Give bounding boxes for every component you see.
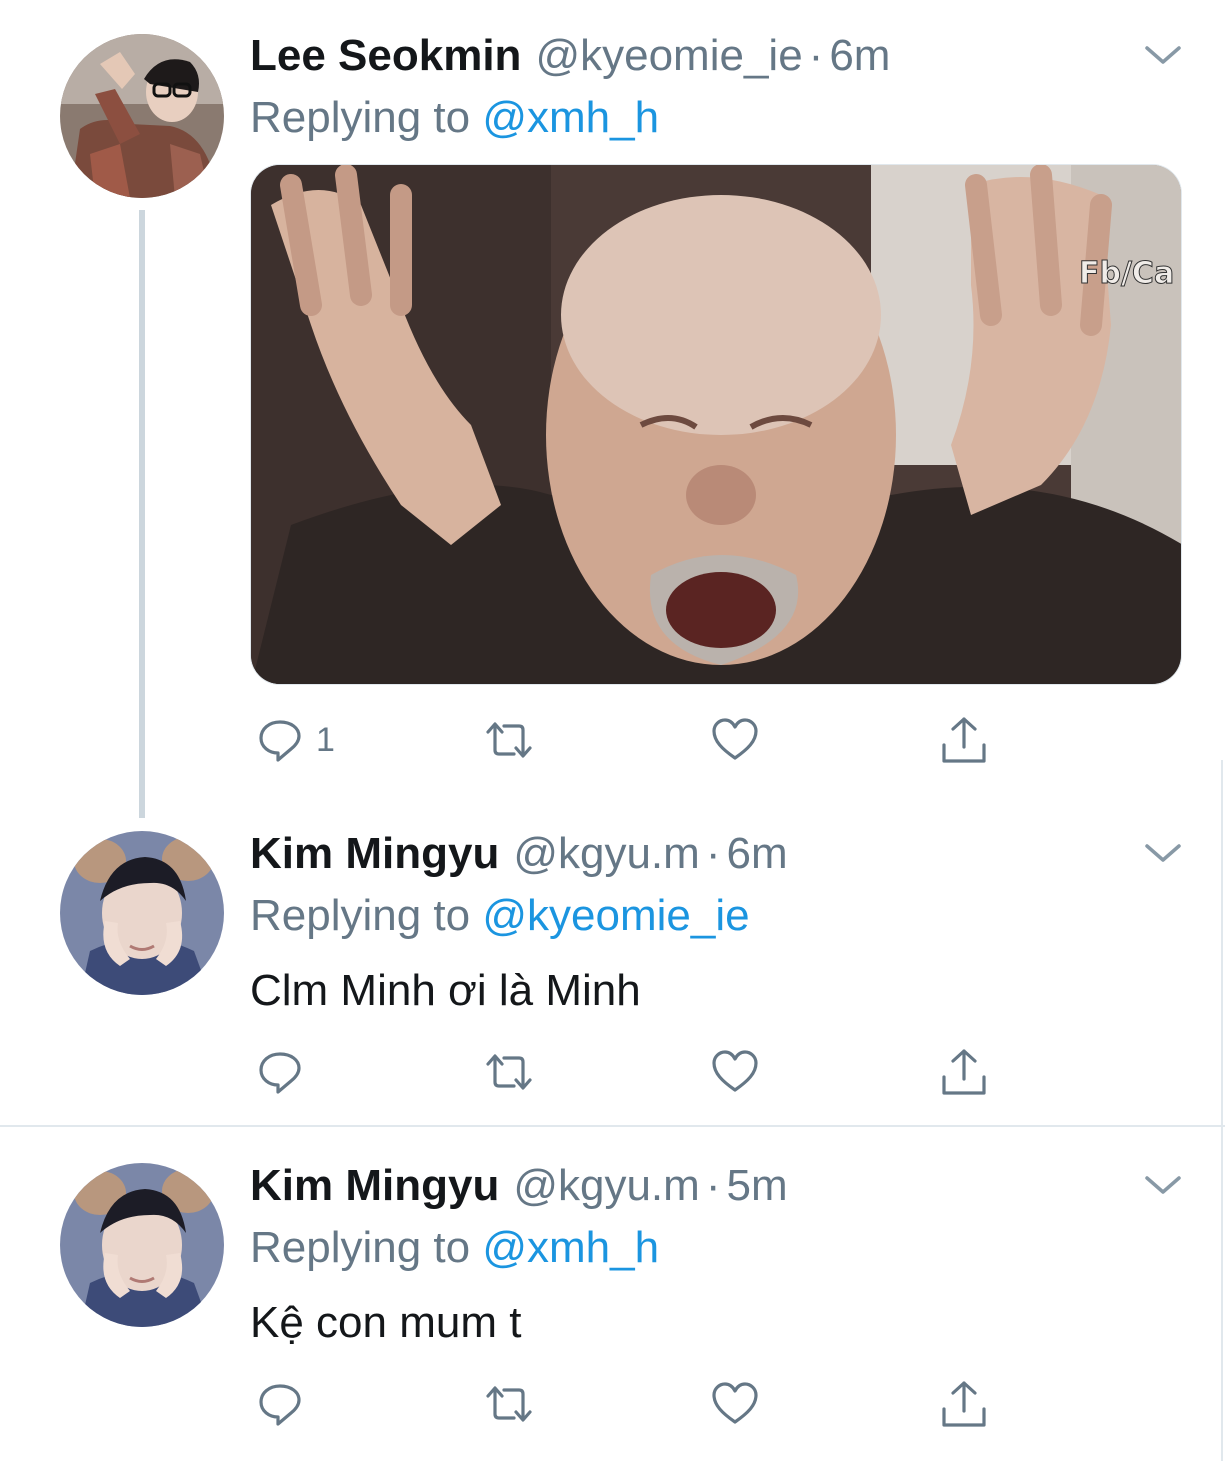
mention-link[interactable]: @kyeomie_ie	[482, 891, 749, 940]
share-icon	[940, 715, 988, 765]
reply-button[interactable]	[256, 1047, 304, 1097]
reply-icon	[256, 716, 304, 764]
avatar[interactable]	[60, 831, 224, 995]
share-icon	[940, 1379, 988, 1429]
tweet[interactable]: Lee Seokmin @kyeomie_ie · 6m Replying to…	[0, 0, 1225, 818]
replying-to: Replying to @kyeomie_ie	[250, 886, 750, 946]
reply-button[interactable]	[256, 1379, 304, 1429]
replying-prefix: Replying to	[250, 1223, 483, 1272]
tweet[interactable]: Kim Mingyu @kgyu.m · 5m Replying to @xmh…	[0, 1132, 1225, 1461]
chevron-down-icon[interactable]	[1143, 1170, 1183, 1200]
chevron-down-icon[interactable]	[1143, 40, 1183, 70]
retweet-button[interactable]	[482, 1379, 536, 1429]
like-button[interactable]	[710, 1047, 760, 1097]
tweet-actions: 1	[250, 715, 1010, 765]
chevron-down-icon[interactable]	[1143, 838, 1183, 868]
like-button[interactable]	[710, 715, 760, 765]
tweet[interactable]: Kim Mingyu @kgyu.m · 6m Replying to @kye…	[0, 800, 1225, 1125]
retweet-icon	[482, 716, 536, 764]
mention-link[interactable]: @xmh_h	[482, 1223, 659, 1272]
separator-dot: ·	[705, 1161, 721, 1210]
user-handle[interactable]: @kgyu.m	[513, 824, 699, 884]
reply-icon	[256, 1380, 304, 1428]
tweet-header: Kim Mingyu @kgyu.m · 6m	[250, 824, 788, 884]
avatar[interactable]	[60, 34, 224, 198]
tweet-actions	[250, 1379, 1010, 1429]
timestamp[interactable]: 5m	[726, 1156, 787, 1216]
tweet-header: Kim Mingyu @kgyu.m · 5m	[250, 1156, 788, 1216]
tweet-media-image[interactable]: Fb/Ca	[250, 164, 1182, 685]
mention-link[interactable]: @xmh_h	[482, 93, 659, 142]
like-icon	[710, 1048, 760, 1096]
replying-prefix: Replying to	[250, 891, 483, 940]
tweet-divider	[0, 1125, 1225, 1127]
replying-prefix: Replying to	[250, 93, 483, 142]
avatar[interactable]	[60, 1163, 224, 1327]
media-watermark: Fb/Ca	[1079, 256, 1174, 291]
thread-line	[139, 210, 145, 818]
retweet-icon	[482, 1380, 536, 1428]
replying-to: Replying to @xmh_h	[250, 1218, 659, 1278]
reply-count: 1	[316, 720, 335, 759]
reply-icon	[256, 1048, 304, 1096]
display-name[interactable]: Lee Seokmin	[250, 26, 521, 86]
display-name[interactable]: Kim Mingyu	[250, 1156, 499, 1216]
share-icon	[940, 1047, 988, 1097]
retweet-button[interactable]	[482, 715, 536, 765]
reply-button[interactable]: 1	[256, 715, 335, 765]
separator-dot: ·	[705, 829, 721, 878]
tweet-actions	[250, 1047, 1010, 1097]
tweet-header: Lee Seokmin @kyeomie_ie · 6m	[250, 26, 890, 86]
share-button[interactable]	[940, 1379, 988, 1429]
like-button[interactable]	[710, 1379, 760, 1429]
tweet-text: Clm Minh ơi là Minh	[250, 966, 641, 1015]
tweet-text: Kệ con mum t	[250, 1298, 522, 1347]
user-handle[interactable]: @kgyu.m	[513, 1156, 699, 1216]
retweet-icon	[482, 1048, 536, 1096]
like-icon	[710, 716, 760, 764]
like-icon	[710, 1380, 760, 1428]
separator-dot: ·	[808, 31, 824, 80]
retweet-button[interactable]	[482, 1047, 536, 1097]
user-handle[interactable]: @kyeomie_ie	[535, 26, 802, 86]
timestamp[interactable]: 6m	[829, 26, 890, 86]
display-name[interactable]: Kim Mingyu	[250, 824, 499, 884]
timestamp[interactable]: 6m	[726, 824, 787, 884]
share-button[interactable]	[940, 715, 988, 765]
replying-to: Replying to @xmh_h	[250, 88, 659, 148]
share-button[interactable]	[940, 1047, 988, 1097]
